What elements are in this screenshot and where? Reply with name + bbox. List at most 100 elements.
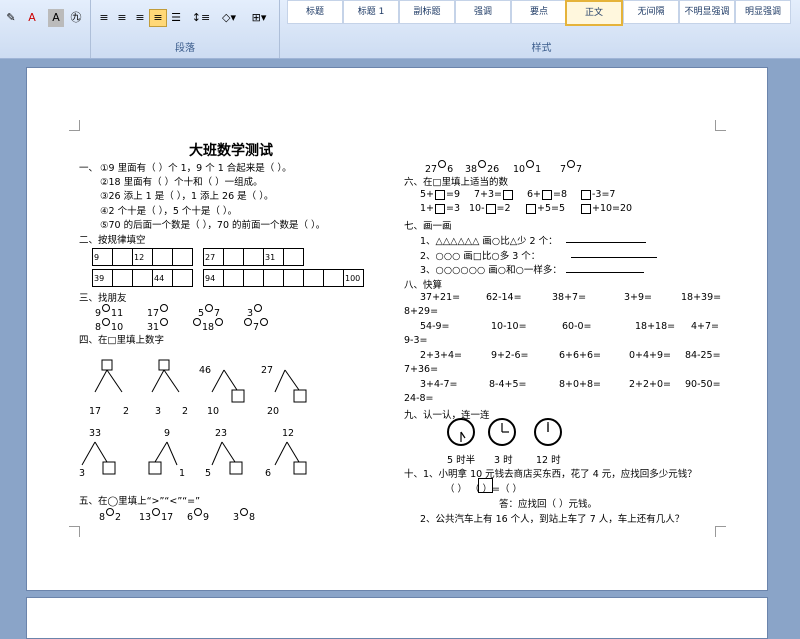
operator-box[interactable] — [478, 478, 493, 493]
bond-top: 23 — [215, 428, 228, 439]
calc-item: 8+0+8= — [559, 379, 602, 390]
calc-item: 84-25= — [685, 350, 721, 361]
next-page — [26, 597, 768, 639]
seq-cell[interactable]: 9 — [92, 248, 113, 266]
style-title[interactable]: 标题 — [287, 0, 343, 24]
seq-cell[interactable] — [132, 269, 153, 287]
paragraph-group-label: 段落 — [175, 43, 195, 54]
seq-cell[interactable] — [172, 248, 193, 266]
seq-cell[interactable] — [323, 269, 344, 287]
calc-item: 60-0= — [562, 321, 592, 332]
seq-cell[interactable]: 39 — [92, 269, 113, 287]
doc-title: 大班数学测试 — [189, 143, 273, 159]
s6-head: 六、在□里填上适当的数 — [404, 177, 508, 188]
style-normal[interactable]: 正文 — [565, 0, 623, 26]
seq-cell[interactable]: 31 — [263, 248, 284, 266]
align-right-button[interactable]: ≡ — [131, 9, 149, 27]
s1-line3: ③26 添上 1 是（ ），1 添上 26 是（ ）。 — [100, 191, 274, 202]
justify-button[interactable]: ≡ — [149, 9, 167, 27]
distributed-button[interactable]: ☰ — [167, 9, 185, 27]
font-color-button[interactable]: A — [22, 9, 42, 27]
calc-item: 2+2+0= — [629, 379, 672, 390]
calc-item: 54-9= — [420, 321, 450, 332]
fill-item: +5=5 — [525, 203, 565, 214]
style-intense-emphasis[interactable]: 明显强调 — [735, 0, 791, 24]
seq-cell[interactable] — [283, 269, 304, 287]
seq-cell[interactable]: 12 — [132, 248, 153, 266]
calc-item: 7+36= — [404, 364, 439, 375]
friend-item: 31 — [147, 318, 169, 333]
style-subtle-emphasis[interactable]: 不明显强调 — [679, 0, 735, 24]
styles-group: 标题 标题 1 副标题 强调 要点 正文 无间隔 不明显强调 明显强调 样式 — [283, 0, 800, 58]
s10-answer: 答：应找回（ ）元钱。 — [499, 499, 598, 510]
seq-cell[interactable] — [172, 269, 193, 287]
friend-item: 8 10 — [95, 318, 123, 333]
style-heading1[interactable]: 标题 1 — [343, 0, 399, 24]
seq-cell[interactable] — [152, 248, 173, 266]
draw-task-1: 1、△△△△△△ 画○比△少 2 个： — [420, 236, 558, 247]
friend-item: 18 — [192, 318, 224, 333]
calc-item: 8-4+5= — [489, 379, 527, 390]
compare-item: 10 1 — [513, 160, 541, 175]
bond-bottom: 2 — [182, 406, 189, 417]
seq-cell[interactable]: 27 — [203, 248, 224, 266]
calc-item: 4+7= — [691, 321, 720, 332]
shading-button[interactable]: ◇▾ — [215, 9, 243, 27]
answer-line[interactable] — [566, 272, 644, 273]
crop-mark-br — [715, 526, 726, 537]
seq-cell[interactable] — [303, 269, 324, 287]
sequence-row-1a: 9 12 — [92, 248, 193, 266]
enclose-char-button[interactable]: ㊈ — [68, 9, 84, 27]
answer-line[interactable] — [566, 242, 646, 243]
seq-cell[interactable] — [112, 269, 133, 287]
compare-item: 38 — [233, 508, 255, 523]
calc-item: 9-3= — [404, 335, 428, 346]
fill-item: 1+ =3 — [420, 203, 461, 214]
s4-head: 四、在□里填上数字 — [79, 335, 164, 346]
clock-label: 12 时 — [536, 455, 561, 466]
style-emphasis[interactable]: 强调 — [455, 0, 511, 24]
clock-label: 3 时 — [494, 455, 513, 466]
answer-line[interactable] — [571, 257, 657, 258]
seq-cell[interactable] — [112, 248, 133, 266]
seq-cell[interactable] — [283, 248, 304, 266]
seq-cell[interactable] — [223, 248, 244, 266]
fill-item: 7+3= — [474, 189, 514, 200]
seq-cell[interactable] — [243, 269, 264, 287]
bond-bottom: 20 — [267, 406, 280, 417]
style-strong[interactable]: 要点 — [511, 0, 567, 24]
friend-item: 57 — [198, 304, 220, 319]
s5-head: 五、在◯里填上“>”“<”“=” — [79, 496, 201, 507]
calc-item: 3+9= — [624, 292, 653, 303]
char-shading-button[interactable]: A — [48, 9, 64, 27]
seq-cell[interactable]: 94 — [203, 269, 224, 287]
line-spacing-button[interactable]: ↕≡ — [189, 9, 213, 27]
style-subtitle[interactable]: 副标题 — [399, 0, 455, 24]
s1-line1: ①9 里面有（ ）个 1，9 个 1 合起来是（ ）。 — [100, 163, 292, 174]
calc-item: 6+6+6= — [559, 350, 602, 361]
bond-top: 33 — [89, 428, 102, 439]
seq-cell[interactable]: 44 — [152, 269, 173, 287]
align-left-button[interactable]: ≡ — [95, 9, 113, 27]
seq-cell[interactable] — [263, 269, 284, 287]
crop-mark-tr — [715, 120, 726, 131]
font-group: ✎ A A ㊈ — [0, 0, 91, 58]
sequence-row-2b: 94 100 — [203, 269, 364, 287]
s3-head: 三、找朋友 — [79, 293, 127, 304]
document-page[interactable]: 大班数学测试 一、 ①9 里面有（ ）个 1，9 个 1 合起来是（ ）。 ②1… — [26, 67, 768, 591]
highlight-button[interactable]: ✎ — [2, 9, 20, 27]
sequence-row-1b: 27 31 — [203, 248, 304, 266]
seq-cell[interactable] — [223, 269, 244, 287]
bond-bottom: 6 — [265, 468, 272, 479]
bond-bottom: 10 — [207, 406, 220, 417]
seq-cell[interactable] — [243, 248, 264, 266]
s10-question2: 2、公共汽车上有 16 个人，到站上车了 7 人，车上还有几人？ — [420, 514, 685, 525]
align-center-button[interactable]: ≡ — [113, 9, 131, 27]
fill-item: 5+ =9 — [420, 189, 461, 200]
borders-button[interactable]: ⊞▾ — [245, 9, 273, 27]
calc-item: 2+3+4= — [420, 350, 463, 361]
calc-item: 8+29= — [404, 306, 439, 317]
seq-cell[interactable]: 100 — [343, 269, 364, 287]
style-no-spacing[interactable]: 无间隔 — [623, 0, 679, 24]
crop-mark-tl — [69, 120, 80, 131]
